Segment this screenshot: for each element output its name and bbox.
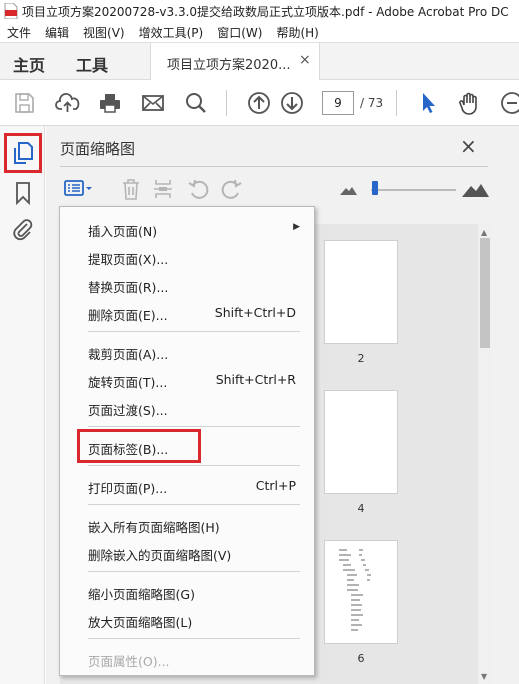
delete-icon[interactable]: [118, 176, 144, 202]
menu-item-rotate-pages[interactable]: 旋转页面(T)... Shift+Ctrl+R: [60, 366, 314, 392]
thumbnail-size-slider[interactable]: [371, 189, 456, 191]
print-icon[interactable]: [98, 91, 122, 115]
slider-handle[interactable]: [372, 181, 378, 195]
toolbar: 9 / 73: [0, 80, 519, 126]
scroll-down-arrow-icon[interactable]: ▼: [481, 672, 487, 681]
page-thumbnails-icon[interactable]: [10, 140, 36, 166]
search-icon[interactable]: [184, 91, 208, 115]
menu-item-print-pages[interactable]: 打印页面(P)... Ctrl+P: [60, 472, 314, 498]
toolbar-divider: [226, 90, 227, 116]
divider: [60, 166, 488, 167]
menu-item-label: 裁剪页面(A)...: [88, 347, 169, 362]
toolbar-divider: [396, 90, 397, 116]
menu-separator: [88, 465, 300, 466]
thumbnail-options-menu: 插入页面(N) ▶ 提取页面(X)... 替换页面(R)... 删除页面(E).…: [59, 206, 315, 676]
menu-item-label: 缩小页面缩略图(G): [88, 587, 195, 602]
navigation-rail: [0, 126, 45, 684]
page-thumbnail[interactable]: [324, 540, 398, 644]
save-icon[interactable]: [12, 91, 36, 115]
tab-document[interactable]: 项目立项方案2020... ×: [150, 43, 320, 81]
thumbnail-scrollbar[interactable]: ▲ ▼: [478, 224, 492, 684]
title-bar: 项目立项方案20200728-v3.3.0提交给政数局正式立项版本.pdf - …: [0, 0, 519, 22]
menu-item-shortcut: Ctrl+P: [255, 478, 296, 493]
menu-item-crop-pages[interactable]: 裁剪页面(A)...: [60, 338, 314, 364]
highlight-box: [77, 429, 201, 463]
menu-item-label: 删除嵌入的页面缩略图(V): [88, 548, 232, 563]
menu-item-page-transitions[interactable]: 页面过渡(S)...: [60, 394, 314, 420]
tab-bar: 主页 工具 项目立项方案2020... ×: [0, 42, 519, 81]
menu-item-label: 插入页面(N): [88, 224, 158, 239]
menu-item-shortcut: Shift+Ctrl+R: [215, 372, 296, 387]
acrobat-pdf-icon: [4, 2, 18, 20]
menu-item-replace-pages[interactable]: 替换页面(R)...: [60, 271, 314, 297]
menu-item-delete-pages[interactable]: 删除页面(E)... Shift+Ctrl+D: [60, 299, 314, 325]
zoom-out-icon[interactable]: [500, 91, 519, 115]
upload-cloud-icon[interactable]: [55, 91, 80, 115]
menu-item-extract-pages[interactable]: 提取页面(X)...: [60, 243, 314, 269]
rotate-cw-icon[interactable]: [218, 176, 244, 202]
menu-item-label: 替换页面(R)...: [88, 280, 169, 295]
menu-window[interactable]: 窗口(W): [210, 24, 269, 41]
submenu-arrow-icon: ▶: [293, 222, 300, 232]
email-icon[interactable]: [141, 91, 165, 115]
menu-view[interactable]: 视图(V): [76, 24, 132, 41]
page-thumbnail[interactable]: [324, 390, 398, 494]
page-up-icon[interactable]: [247, 91, 271, 115]
document-tab-label: 项目立项方案2020...: [167, 58, 291, 73]
menu-separator: [88, 571, 300, 572]
hand-tool-icon[interactable]: [457, 91, 481, 115]
menu-separator: [88, 504, 300, 505]
menu-bar: 文件 编辑 视图(V) 增效工具(P) 窗口(W) 帮助(H): [0, 22, 519, 42]
menu-item-label: 页面过渡(S)...: [88, 403, 168, 418]
page-number-label: 6: [357, 652, 365, 665]
page-number-label: 2: [357, 352, 365, 365]
close-panel-icon[interactable]: ×: [460, 134, 477, 158]
window-title: 项目立项方案20200728-v3.3.0提交给政数局正式立项版本.pdf - …: [22, 4, 509, 19]
menu-item-label: 旋转页面(T)...: [88, 375, 168, 390]
menu-item-shortcut: Shift+Ctrl+D: [214, 305, 296, 320]
menu-separator: [88, 426, 300, 427]
insert-icon[interactable]: [150, 176, 176, 202]
attachment-icon[interactable]: [10, 216, 36, 242]
small-mountain-icon[interactable]: [336, 176, 362, 202]
menu-item-enlarge-thumbnails[interactable]: 放大页面缩略图(L): [60, 606, 314, 632]
options-menu-icon[interactable]: [62, 176, 96, 202]
menu-item-label: 删除页面(E)...: [88, 308, 168, 323]
menu-separator: [88, 331, 300, 332]
close-tab-icon[interactable]: ×: [299, 52, 311, 68]
rotate-ccw-icon[interactable]: [186, 176, 212, 202]
menu-item-label: 提取页面(X)...: [88, 252, 169, 267]
menu-item-label: 打印页面(P)...: [88, 481, 168, 496]
menu-item-label: 页面属性(O)...: [88, 654, 170, 669]
page-text-preview: [339, 549, 371, 631]
select-cursor-icon[interactable]: [417, 91, 441, 115]
current-page-input[interactable]: 9: [322, 91, 354, 115]
bookmark-icon[interactable]: [10, 180, 36, 206]
menu-item-reduce-thumbnails[interactable]: 缩小页面缩略图(G): [60, 578, 314, 604]
menu-item-label: 嵌入所有页面缩略图(H): [88, 520, 220, 535]
menu-item-insert-pages[interactable]: 插入页面(N) ▶: [60, 215, 314, 241]
menu-plugins[interactable]: 增效工具(P): [132, 24, 211, 41]
menu-help[interactable]: 帮助(H): [269, 24, 325, 41]
menu-edit[interactable]: 编辑: [38, 24, 76, 41]
tab-tools[interactable]: 工具: [76, 52, 108, 76]
menu-separator: [88, 638, 300, 639]
scrollbar-thumb[interactable]: [480, 238, 490, 348]
scroll-up-arrow-icon[interactable]: ▲: [481, 228, 487, 237]
page-thumbnail[interactable]: [324, 240, 398, 344]
large-mountain-icon[interactable]: [460, 176, 490, 202]
page-down-icon[interactable]: [280, 91, 304, 115]
page-number-label: 4: [357, 502, 365, 515]
panel-title: 页面缩略图: [60, 140, 136, 158]
menu-item-embed-thumbnails[interactable]: 嵌入所有页面缩略图(H): [60, 511, 314, 537]
tab-home[interactable]: 主页: [13, 52, 45, 76]
menu-item-page-properties: 页面属性(O)...: [60, 645, 314, 671]
menu-file[interactable]: 文件: [0, 24, 38, 41]
menu-item-remove-embedded-thumbnails[interactable]: 删除嵌入的页面缩略图(V): [60, 539, 314, 565]
menu-item-label: 放大页面缩略图(L): [88, 615, 193, 630]
total-pages-label: / 73: [360, 96, 384, 110]
